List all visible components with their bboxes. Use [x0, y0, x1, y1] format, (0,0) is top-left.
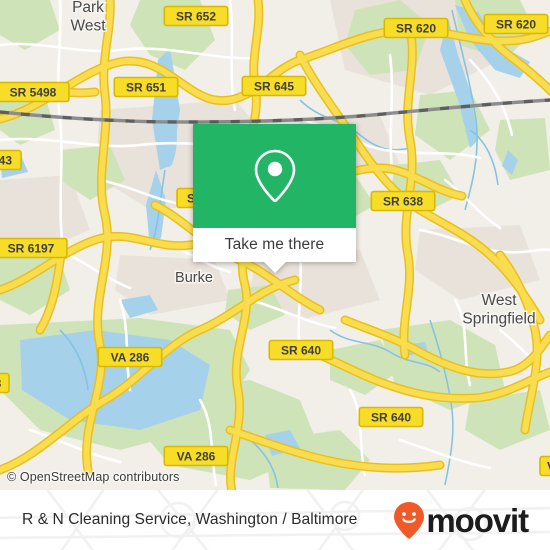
card-image-area [193, 124, 356, 228]
road-shield: 543 [0, 149, 22, 171]
map-place-label: Springfield [462, 311, 535, 328]
road-shield-label: SR 620 [496, 17, 536, 31]
road-shield-label: VA 286 [177, 449, 216, 463]
road-shield-label: SR 640 [371, 410, 411, 424]
road-shield: SR 5498 [0, 81, 70, 103]
card-action-bar[interactable]: Take me there [193, 228, 356, 273]
road-shield: SR 620 [483, 13, 549, 35]
moovit-wordmark: moovit [426, 501, 529, 539]
take-me-there-card[interactable]: Take me there [193, 124, 356, 273]
moovit-logo[interactable]: moovit [393, 501, 529, 539]
moovit-map-screenshot: Park West Burke West Springfield SR 652 SR 62… [0, 0, 550, 550]
road-shield-label: SR 652 [176, 9, 216, 23]
road-shield: SR 640 [358, 406, 424, 428]
road-shield: V [539, 455, 550, 477]
road-shield-label: VA 286 [111, 350, 150, 364]
map-pin-icon [254, 149, 295, 203]
map-place-label: West [70, 18, 106, 35]
road-shield: VA 286 [97, 346, 163, 368]
road-shield-label: SR 6197 [8, 241, 55, 255]
road-shield: VA 286 [163, 445, 229, 467]
take-me-there-label: Take me there [224, 236, 325, 253]
road-shield-label: SR 638 [383, 194, 423, 208]
map-place-label: Park [72, 0, 104, 16]
road-shield-label: SR 645 [254, 79, 294, 93]
road-shield-label: SR 651 [126, 80, 166, 94]
osm-attribution[interactable]: © OpenStreetMap contributors [7, 470, 180, 484]
card-pointer-tail [263, 262, 286, 273]
road-shield: SR 620 [383, 17, 449, 39]
road-shield: SR 638 [370, 190, 436, 212]
place-title: R & N Cleaning Service, Washington / Bal… [22, 511, 358, 528]
map-place-label: West [481, 292, 517, 309]
moovit-smiley-pin-icon [394, 502, 425, 539]
road-shield-label: 543 [0, 153, 12, 167]
map-place-label: Burke [175, 270, 213, 286]
road-shield: SR 6197 [0, 237, 68, 259]
road-shield: SR 651 [113, 76, 179, 98]
footer-bar: R & N Cleaning Service, Washington / Bal… [0, 490, 550, 550]
road-shield-label: SR 620 [396, 21, 436, 35]
road-shield-label: SR 640 [281, 343, 321, 357]
road-shield-label: SR 5498 [10, 85, 57, 99]
road-shield: SR 640 [268, 339, 334, 361]
road-shield: 3 [0, 372, 10, 394]
road-shield: SR 645 [241, 75, 307, 97]
road-shield: SR 652 [163, 5, 229, 27]
